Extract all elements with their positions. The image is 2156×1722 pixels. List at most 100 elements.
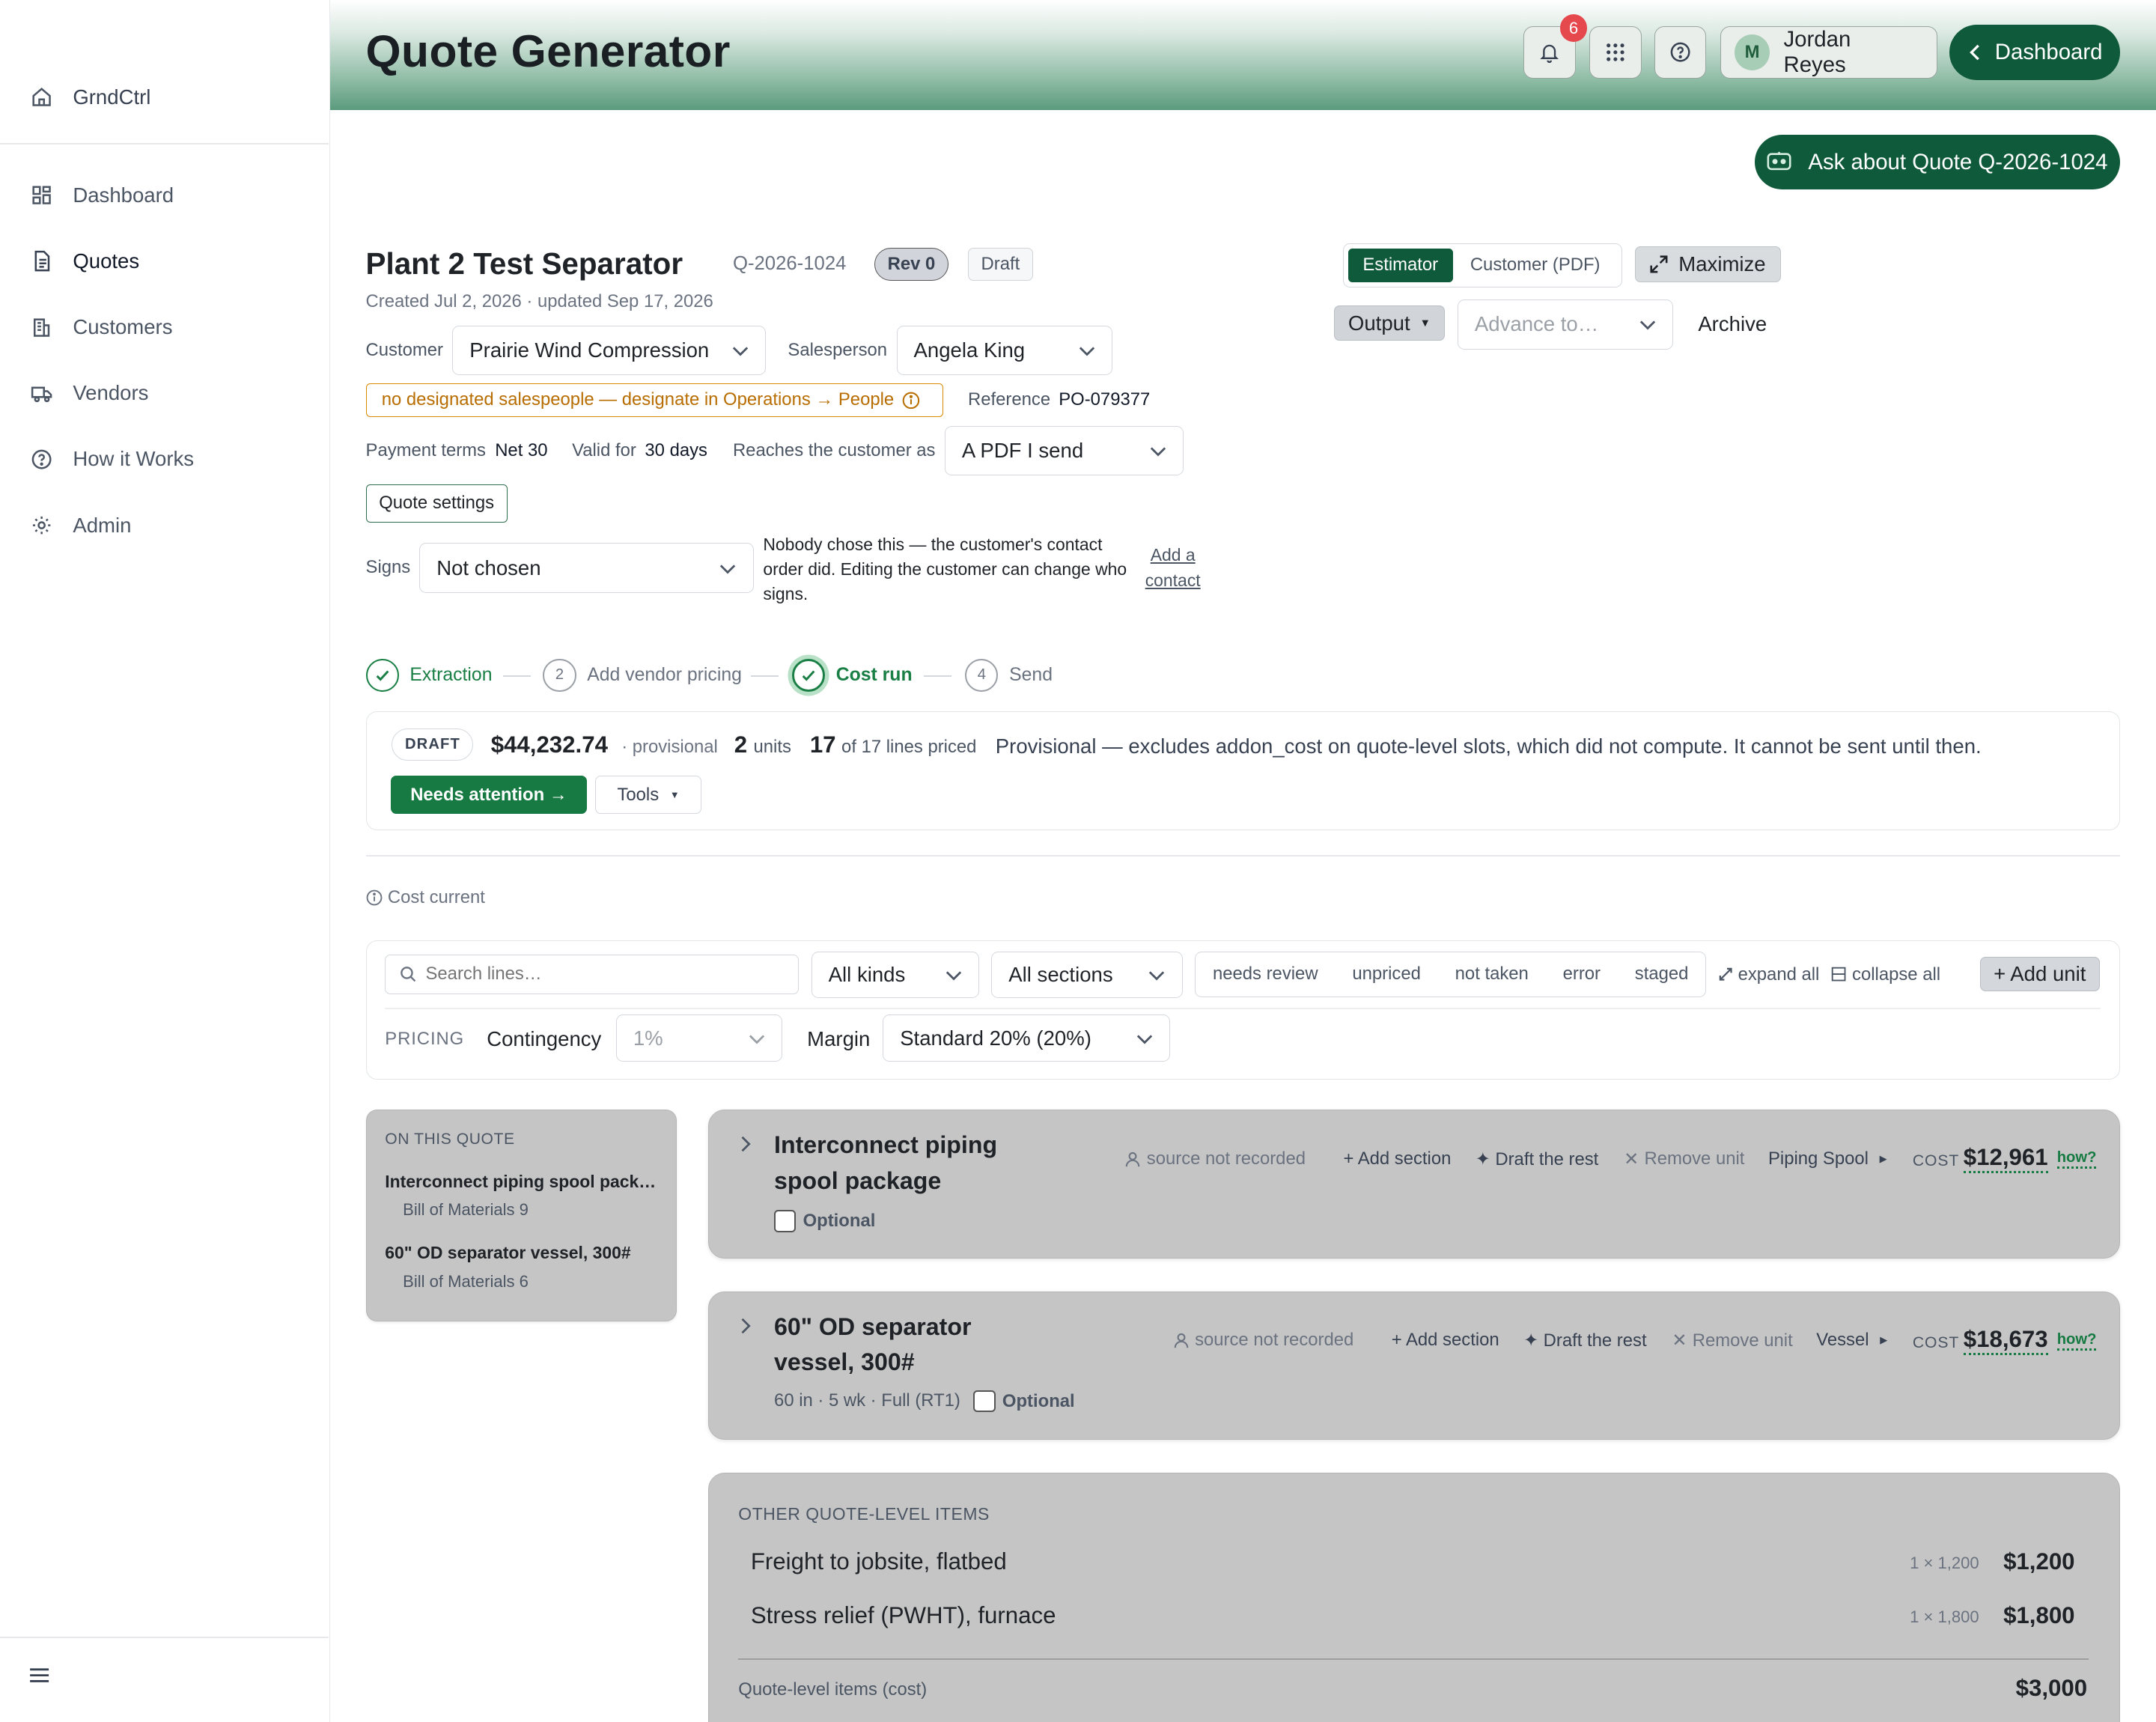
sidebar-item-dashboard[interactable]: Dashboard — [0, 162, 329, 228]
user-icon — [1126, 1151, 1140, 1166]
help-circle-icon — [1670, 42, 1690, 62]
brand-link[interactable]: GrndCtrl — [30, 85, 150, 109]
remove-unit-button[interactable]: ✕ Remove unit — [1624, 1148, 1744, 1170]
view-customer-pdf-button[interactable]: Customer (PDF) — [1453, 255, 1618, 276]
tools-label: Tools — [617, 784, 660, 805]
sidebar-item-label: Vendors — [73, 381, 149, 405]
optional-checkbox[interactable]: Optional — [774, 1210, 875, 1232]
view-estimator-button[interactable]: Estimator — [1348, 249, 1453, 282]
chip-not-taken[interactable]: not taken — [1455, 964, 1529, 985]
quote-settings-button[interactable]: Quote settings — [365, 484, 508, 523]
apps-button[interactable] — [1589, 25, 1642, 79]
menu-icon[interactable] — [28, 1664, 51, 1687]
cost-status-text: Cost current — [387, 886, 485, 907]
unit-type-label: Vessel — [1816, 1330, 1869, 1351]
divider — [738, 1658, 2089, 1660]
unit-title[interactable]: 60" OD separator vessel, 300# — [774, 1309, 1049, 1381]
reference-label: Reference — [968, 389, 1051, 410]
step-send[interactable]: 4 Send — [965, 658, 1053, 692]
user-menu-button[interactable]: M Jordan Reyes — [1720, 25, 1937, 79]
add-section-button[interactable]: + Add section — [1343, 1148, 1451, 1169]
cost-how-link[interactable]: how? — [2056, 1331, 2097, 1351]
step-label: Add vendor pricing — [587, 664, 742, 685]
customer-select[interactable]: Prairie Wind Compression — [452, 326, 767, 376]
chip-unpriced[interactable]: unpriced — [1352, 964, 1421, 985]
checkbox[interactable] — [774, 1210, 797, 1232]
step-connector — [503, 675, 531, 677]
signs-label: Signs — [365, 556, 411, 577]
needs-attention-button[interactable]: Needs attention → — [390, 775, 588, 815]
valid-for-value[interactable]: 30 days — [645, 440, 707, 461]
step-extraction[interactable]: Extraction — [365, 658, 493, 692]
chip-error[interactable]: error — [1563, 964, 1601, 985]
chip-needs-review[interactable]: needs review — [1213, 964, 1318, 985]
salesperson-warning[interactable]: no designated salespeople — designate in… — [365, 383, 943, 417]
outline-item[interactable]: Interconnect piping spool package — [385, 1172, 660, 1192]
sidebar-item-how-it-works[interactable]: How it Works — [0, 426, 329, 492]
truck-icon — [31, 386, 52, 402]
revision-badge[interactable]: Rev 0 — [874, 247, 948, 281]
tools-menu-button[interactable]: Tools ▼ — [595, 775, 701, 815]
optional-checkbox[interactable]: Optional — [973, 1390, 1075, 1413]
maximize-label: Maximize — [1678, 252, 1766, 276]
help-button[interactable] — [1654, 25, 1707, 79]
sidebar-item-vendors[interactable]: Vendors — [0, 360, 329, 426]
ask-about-quote-button[interactable]: Ask about Quote Q-2026-1024 — [1754, 134, 2121, 190]
unit-type-menu[interactable]: Piping Spool ▶ — [1768, 1148, 1887, 1169]
unit-source: source not recorded — [1173, 1330, 1353, 1351]
cost-how-link[interactable]: how? — [2056, 1149, 2097, 1169]
sidebar-item-customers[interactable]: Customers — [0, 294, 329, 360]
salesperson-value: Angela King — [913, 338, 1026, 362]
add-contact-link[interactable]: Add a contact — [1141, 543, 1204, 592]
margin-select[interactable]: Standard 20% (20%) — [883, 1014, 1171, 1062]
outline-item[interactable]: 60" OD separator vessel, 300# — [385, 1243, 660, 1263]
checkbox[interactable] — [973, 1390, 996, 1413]
sidebar-item-quotes[interactable]: Quotes — [0, 228, 329, 294]
archive-button[interactable]: Archive — [1698, 312, 1767, 336]
sidebar-item-label: Dashboard — [73, 183, 174, 207]
salesperson-select[interactable]: Angela King — [896, 326, 1112, 376]
dashboard-icon — [32, 186, 52, 204]
contingency-select[interactable]: 1% — [615, 1014, 783, 1062]
step-add-vendor-pricing[interactable]: 2 Add vendor pricing — [543, 658, 742, 692]
chevron-right-icon[interactable] — [738, 1318, 752, 1334]
outline-item-sub: Bill of Materials 9 — [403, 1200, 529, 1220]
notifications-button[interactable]: 6 — [1523, 14, 1588, 79]
payment-terms-value[interactable]: Net 30 — [495, 440, 547, 461]
sections-select[interactable]: All sections — [991, 951, 1183, 999]
draft-rest-button[interactable]: ✦ Draft the rest — [1476, 1148, 1599, 1170]
unit-type-menu[interactable]: Vessel ▶ — [1816, 1330, 1887, 1351]
chip-staged[interactable]: staged — [1635, 964, 1689, 985]
maximize-button[interactable]: Maximize — [1634, 246, 1781, 282]
kinds-select[interactable]: All kinds — [811, 951, 979, 999]
unit-title[interactable]: Interconnect piping spool package — [774, 1128, 1049, 1199]
source-label: source not recorded — [1146, 1148, 1306, 1169]
output-menu-button[interactable]: Output ▼ — [1333, 305, 1446, 341]
add-unit-button[interactable]: + Add unit — [1979, 957, 2100, 992]
line-item-name[interactable]: Stress relief (PWHT), furnace — [751, 1602, 1056, 1629]
delivery-method-value: A PDF I send — [961, 439, 1084, 463]
line-item-name[interactable]: Freight to jobsite, flatbed — [751, 1548, 1007, 1575]
search-lines[interactable] — [385, 954, 800, 994]
contingency-label: Contingency — [487, 1027, 602, 1050]
remove-unit-button[interactable]: ✕ Remove unit — [1672, 1330, 1792, 1351]
signs-select[interactable]: Not chosen — [419, 543, 754, 593]
unit-cost[interactable]: $12,961 — [1963, 1144, 2048, 1174]
expand-all-button[interactable]: expand all — [1719, 964, 1819, 985]
step-cost-run[interactable]: Cost run — [791, 658, 913, 692]
advance-to-select[interactable]: Advance to… — [1457, 299, 1674, 350]
unit-cost[interactable]: $18,673 — [1963, 1326, 2048, 1355]
info-icon — [902, 392, 920, 409]
caret-right-icon: ▶ — [1880, 1334, 1888, 1346]
chevron-right-icon[interactable] — [738, 1136, 752, 1152]
step-number: 2 — [543, 658, 576, 692]
add-section-button[interactable]: + Add section — [1392, 1330, 1499, 1351]
draft-rest-button[interactable]: ✦ Draft the rest — [1523, 1330, 1647, 1351]
search-input[interactable] — [425, 964, 770, 985]
dashboard-back-button[interactable]: Dashboard — [1949, 25, 2121, 80]
home-icon — [32, 88, 52, 107]
collapse-all-button[interactable]: collapse all — [1831, 964, 1940, 985]
sidebar-item-admin[interactable]: Admin — [0, 493, 329, 559]
delivery-method-select[interactable]: A PDF I send — [944, 426, 1184, 476]
step-label: Send — [1009, 664, 1053, 685]
